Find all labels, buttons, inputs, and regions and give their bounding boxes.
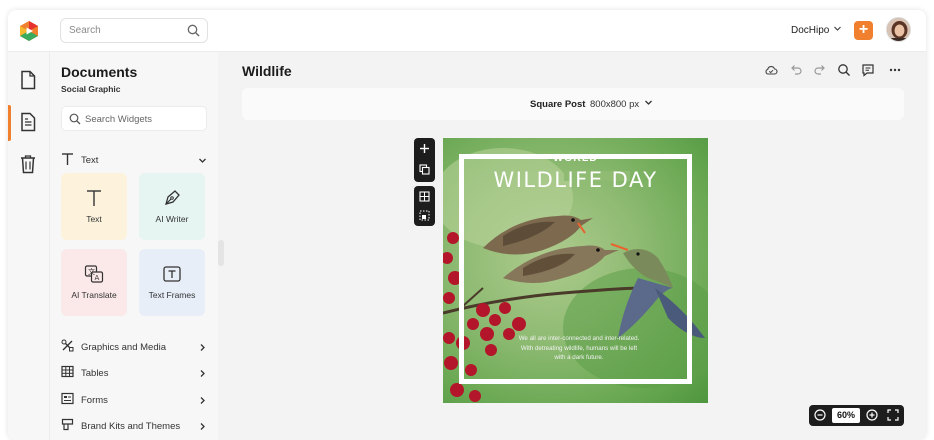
section-label: Brand Kits and Themes xyxy=(81,421,181,432)
text-icon xyxy=(62,153,73,165)
duplicate-page-icon[interactable] xyxy=(419,164,430,175)
design-kicker[interactable]: WORLD xyxy=(443,152,708,164)
widget-search-placeholder: Search Widgets xyxy=(85,114,153,125)
brand-kit-icon xyxy=(61,418,74,431)
widget-tile-ai-translate[interactable]: 文 A AI Translate xyxy=(61,249,127,316)
top-bar: Search DocHipo + xyxy=(8,10,926,52)
design-headline[interactable]: WILDLIFE DAY xyxy=(443,168,708,192)
pen-nib-icon xyxy=(165,190,180,205)
avatar[interactable] xyxy=(886,17,911,42)
section-brand-kits-and-themes[interactable]: Brand Kits and Themes xyxy=(61,417,209,437)
zoom-control: 60% xyxy=(809,405,904,426)
dochipo-logo[interactable] xyxy=(18,20,40,42)
size-preset-dimensions: 800x800 px xyxy=(590,99,640,110)
zoom-in-icon[interactable] xyxy=(866,409,878,421)
page-actions-toolbar xyxy=(414,138,435,182)
canvas-size-selector[interactable]: Square Post 800x800 px xyxy=(242,88,904,120)
caption-line: With detreating wildlife, humans will be… xyxy=(520,344,638,352)
search-icon xyxy=(69,113,81,125)
section-text-label: Text xyxy=(81,155,99,166)
section-text[interactable]: Text xyxy=(61,151,209,171)
design-canvas[interactable]: WORLD WILDLIFE DAY We all are inter-conn… xyxy=(443,138,708,403)
section-label: Tables xyxy=(81,368,109,379)
section-tables[interactable]: Tables xyxy=(61,364,209,384)
select-frame-icon[interactable] xyxy=(419,210,430,221)
sidebar-collapse-handle[interactable] xyxy=(218,240,224,266)
section-forms[interactable]: Forms xyxy=(61,391,209,411)
widget-tile-label: Text Frames xyxy=(148,290,196,300)
search-icon[interactable] xyxy=(837,63,851,77)
add-page-icon[interactable] xyxy=(419,143,430,154)
chevron-right-icon xyxy=(200,370,205,377)
chevron-down-icon xyxy=(645,100,652,105)
widgets-sidebar: Documents Social Graphic Search Widgets … xyxy=(50,52,218,440)
section-label: Graphics and Media xyxy=(81,342,167,353)
text-frame-icon xyxy=(163,266,181,282)
rail-item-document-list[interactable] xyxy=(8,103,50,143)
search-input[interactable]: Search xyxy=(60,18,208,43)
section-label: Forms xyxy=(81,395,108,406)
redo-icon[interactable] xyxy=(813,63,827,77)
chevron-down-icon[interactable] xyxy=(833,24,842,33)
widget-tile-text[interactable]: Text xyxy=(61,173,127,240)
caption-line: We all are inter-connected and inter-rel… xyxy=(518,335,640,342)
widget-tile-label: AI Writer xyxy=(155,214,189,224)
caption-line: with a dark future. xyxy=(554,354,604,361)
svg-text:A: A xyxy=(95,274,100,282)
left-rail xyxy=(8,52,50,440)
undo-icon[interactable] xyxy=(789,63,803,77)
grid-icon[interactable] xyxy=(419,191,430,202)
cloud-save-icon[interactable] xyxy=(764,63,778,77)
widget-tile-text-frames[interactable]: Text Frames xyxy=(139,249,205,316)
chevron-down-icon xyxy=(199,158,206,163)
widget-tile-label: Text xyxy=(86,214,102,224)
sidebar-title: Documents xyxy=(61,64,138,80)
shapes-icon xyxy=(61,339,74,352)
workspace-name[interactable]: DocHipo xyxy=(791,25,829,36)
create-button[interactable]: + xyxy=(854,21,873,40)
translate-icon: 文 A xyxy=(84,265,104,283)
document-list-icon xyxy=(21,112,36,132)
form-icon xyxy=(61,392,74,405)
comment-icon[interactable] xyxy=(861,63,875,77)
more-options-icon[interactable] xyxy=(888,63,902,77)
widget-tile-label: AI Translate xyxy=(71,290,117,300)
editor-area: Wildlife Square Post 800x800 px WORLD WI… xyxy=(218,52,926,440)
text-t-icon xyxy=(87,190,101,206)
zoom-level[interactable]: 60% xyxy=(832,408,860,423)
trash-icon xyxy=(21,155,35,174)
app-window: Search DocHipo + Documents Social Graphi… xyxy=(8,10,926,440)
layout-toolbar xyxy=(414,186,435,226)
size-preset-name: Square Post xyxy=(530,99,586,110)
zoom-out-icon[interactable] xyxy=(814,409,826,421)
rail-item-documents[interactable] xyxy=(8,61,50,101)
chevron-right-icon xyxy=(200,344,205,351)
design-caption[interactable]: We all are inter-connected and inter-rel… xyxy=(499,334,659,363)
chevron-right-icon xyxy=(200,423,205,430)
widget-search-input[interactable]: Search Widgets xyxy=(61,106,207,131)
search-icon[interactable] xyxy=(187,24,200,37)
widget-tile-ai-writer[interactable]: AI Writer xyxy=(139,173,205,240)
section-graphics-and-media[interactable]: Graphics and Media xyxy=(61,338,209,358)
table-icon xyxy=(61,365,74,378)
avatar-photo xyxy=(887,18,910,41)
fullscreen-icon[interactable] xyxy=(887,409,899,421)
chevron-right-icon xyxy=(200,397,205,404)
search-placeholder: Search xyxy=(69,25,101,36)
sidebar-subtitle: Social Graphic xyxy=(61,84,121,94)
document-icon xyxy=(21,70,36,90)
document-title[interactable]: Wildlife xyxy=(242,63,292,79)
rail-item-trash[interactable] xyxy=(8,145,50,185)
